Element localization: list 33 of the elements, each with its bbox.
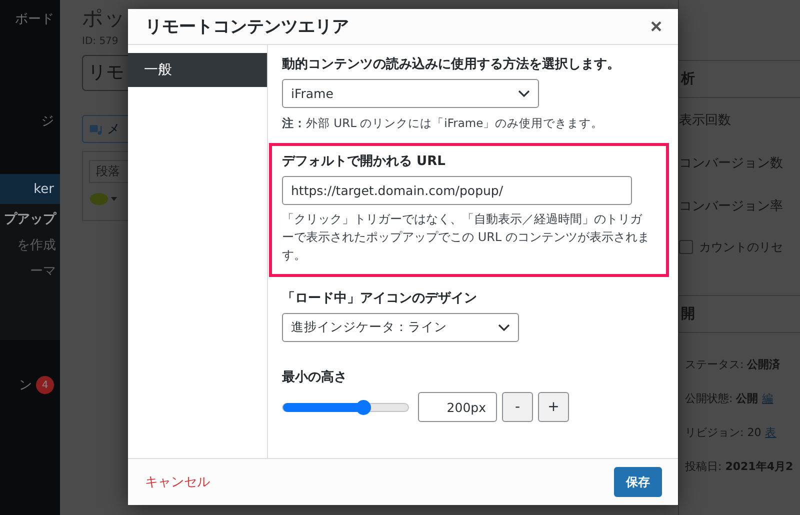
- field-label: 最小の高さ: [282, 368, 348, 386]
- decrement-button[interactable]: -: [502, 392, 533, 422]
- method-select[interactable]: iFrame: [282, 79, 539, 108]
- height-field[interactable]: 200px: [418, 392, 497, 422]
- admin-menu-item[interactable]: ker: [0, 174, 60, 204]
- save-button[interactable]: 保存: [614, 467, 662, 497]
- field-help: 「クリック」トリガーではなく、「自動表示／経過時間」のトリガーで表示されたポップアップでこの URL のコンテンツが表示されます。: [282, 211, 650, 264]
- plugin-icon[interactable]: [89, 191, 117, 207]
- field-label: 動的コンテンツの読み込みに使用する方法を選択します。: [282, 56, 621, 73]
- loading-icon-select[interactable]: 進捗インジケータ：ライン: [282, 313, 519, 342]
- field-note: 注：外部 URL のリンクには「iFrame」のみ使用できます。: [282, 116, 604, 131]
- slider-thumb[interactable]: [356, 400, 372, 414]
- admin-menu-item[interactable]: ン 4: [0, 370, 60, 400]
- button-label: メ: [107, 121, 120, 138]
- checkbox[interactable]: [679, 240, 693, 254]
- admin-submenu-item[interactable]: ーマ: [0, 262, 60, 280]
- admin-submenu-item[interactable]: プアップ: [0, 210, 60, 228]
- admin-submenu-item[interactable]: を作成: [0, 236, 60, 254]
- dialog-title: リモートコンテンツエリア: [145, 16, 349, 38]
- admin-menu-item[interactable]: ジ: [0, 106, 60, 136]
- count-badge: 4: [36, 376, 54, 394]
- increment-button[interactable]: +: [538, 392, 569, 422]
- media-icon: [89, 122, 103, 136]
- chevron-down-icon: [518, 90, 530, 98]
- height-slider[interactable]: [282, 402, 409, 412]
- url-field[interactable]: https://target.domain.com/popup/: [282, 176, 632, 205]
- settings-tab[interactable]: 一般: [128, 53, 267, 87]
- field-label: 「ロード中」アイコンのデザイン: [282, 290, 478, 307]
- admin-menu-item[interactable]: ボード: [0, 4, 60, 34]
- chevron-down-icon: [498, 324, 510, 332]
- cancel-button[interactable]: キャンセル: [145, 473, 210, 491]
- field-label: デフォルトで開かれる URL: [282, 153, 446, 170]
- close-button[interactable]: ×: [648, 16, 664, 36]
